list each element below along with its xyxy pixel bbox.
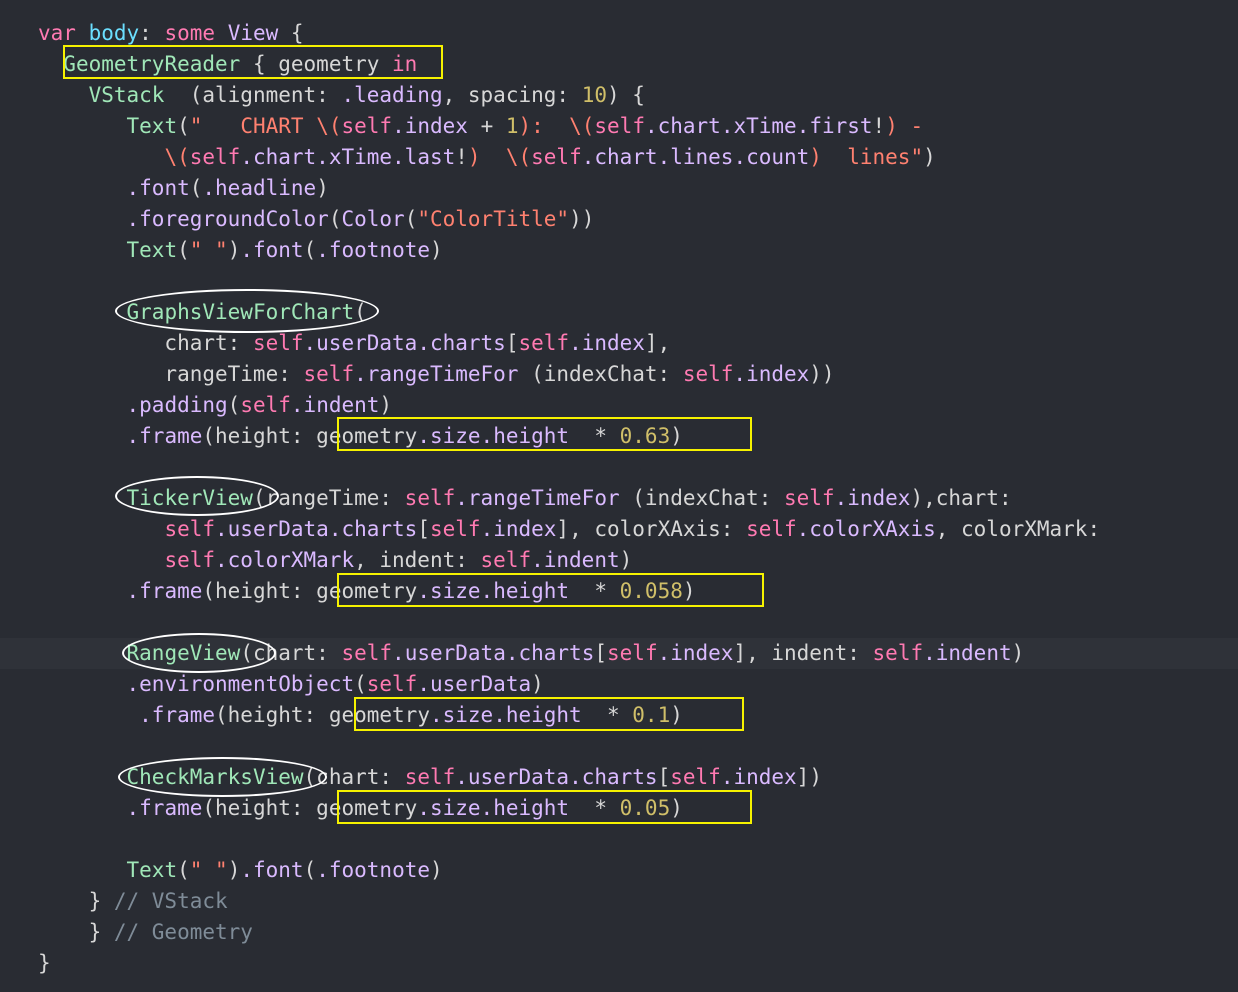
prop-body: body [89, 21, 140, 45]
code-editor[interactable]: var body: some View { GeometryReader { g… [0, 0, 1238, 979]
type-tickerview: TickerView [127, 486, 253, 510]
type-rangeview: RangeView [127, 641, 241, 665]
type-checkmarksview: CheckMarksView [127, 765, 304, 789]
type-vstack: VStack [89, 83, 165, 107]
type-geometryreader: GeometryReader [63, 52, 240, 76]
type-graphsviewforchart: GraphsViewForChart [127, 300, 355, 324]
kw-var: var [38, 21, 76, 45]
